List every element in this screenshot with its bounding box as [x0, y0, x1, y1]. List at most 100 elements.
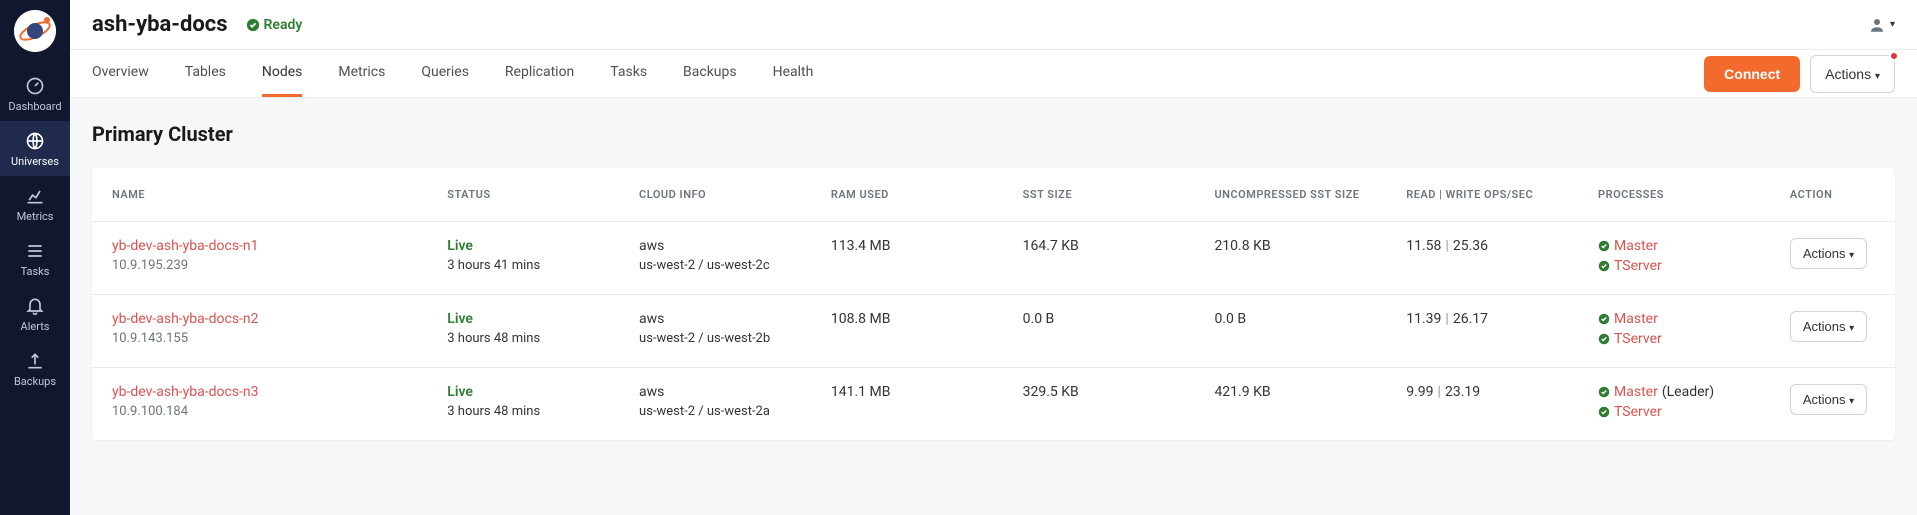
nav-tasks[interactable]: Tasks	[0, 231, 70, 286]
caret-down-icon: ▾	[1849, 250, 1854, 261]
row-actions-dropdown[interactable]: Actions ▾	[1790, 238, 1867, 269]
master-link[interactable]: Master	[1614, 384, 1658, 400]
col-name[interactable]: NAME	[92, 168, 437, 222]
cloud-provider: aws	[639, 384, 811, 400]
caret-down-icon: ▾	[1875, 71, 1880, 82]
cloud-region: us-west-2 / us-west-2b	[639, 331, 811, 346]
col-cloud[interactable]: CLOUD INFO	[629, 168, 821, 222]
section-title: Primary Cluster	[92, 122, 1895, 146]
caret-down-icon: ▾	[1849, 323, 1854, 334]
row-actions-dropdown[interactable]: Actions ▾	[1790, 311, 1867, 342]
nav-alerts[interactable]: Alerts	[0, 286, 70, 341]
ops-sec: 9.99|23.19	[1396, 368, 1588, 441]
globe-icon	[25, 131, 45, 151]
nav-label: Backups	[14, 375, 56, 388]
nav-label: Dashboard	[8, 100, 61, 113]
table-row: yb-dev-ash-yba-docs-n2 10.9.143.155 Live 3 …	[92, 295, 1895, 368]
ram-used: 108.8 MB	[821, 295, 1013, 368]
tab-tasks[interactable]: Tasks	[610, 50, 647, 97]
cloud-provider: aws	[639, 238, 811, 254]
check-circle-icon	[246, 18, 260, 32]
uncompressed-sst-size: 210.8 KB	[1204, 222, 1396, 295]
chart-icon	[25, 186, 45, 206]
nav-universes[interactable]: Universes	[0, 121, 70, 176]
process-master: Master	[1598, 311, 1770, 327]
col-proc[interactable]: PROCESSES	[1588, 168, 1780, 222]
tserver-link[interactable]: TServer	[1614, 404, 1662, 420]
status-badge: Ready	[246, 17, 303, 33]
ops-sec: 11.39|26.17	[1396, 295, 1588, 368]
node-uptime: 3 hours 41 mins	[447, 258, 619, 273]
node-uptime: 3 hours 48 mins	[447, 331, 619, 346]
tab-overview[interactable]: Overview	[92, 50, 149, 97]
node-name-link[interactable]: yb-dev-ash-yba-docs-n3	[112, 384, 427, 400]
content: Primary Cluster NAME STATUS CLOUD INFO R…	[70, 98, 1917, 515]
connect-button[interactable]: Connect	[1704, 56, 1800, 92]
col-sst[interactable]: SST SIZE	[1013, 168, 1205, 222]
node-status: Live	[447, 238, 619, 254]
nav-label: Metrics	[17, 210, 54, 223]
tab-health[interactable]: Health	[773, 50, 814, 97]
tserver-link[interactable]: TServer	[1614, 258, 1662, 274]
col-status[interactable]: STATUS	[437, 168, 629, 222]
node-ip: 10.9.100.184	[112, 404, 427, 419]
col-ops[interactable]: READ | WRITE OPS/SEC	[1396, 168, 1588, 222]
cloud-provider: aws	[639, 311, 811, 327]
bell-icon	[25, 296, 45, 316]
nav-metrics[interactable]: Metrics	[0, 176, 70, 231]
tab-metrics[interactable]: Metrics	[338, 50, 385, 97]
dashboard-icon	[25, 76, 45, 96]
tab-queries[interactable]: Queries	[421, 50, 469, 97]
node-ip: 10.9.143.155	[112, 331, 427, 346]
cloud-region: us-west-2 / us-west-2a	[639, 404, 811, 419]
tab-replication[interactable]: Replication	[505, 50, 574, 97]
page-title: ash-yba-docs	[92, 12, 228, 37]
node-status: Live	[447, 384, 619, 400]
table-row: yb-dev-ash-yba-docs-n1 10.9.195.239 Live 3 …	[92, 222, 1895, 295]
leader-label: (Leader)	[1662, 384, 1714, 400]
sst-size: 329.5 KB	[1013, 368, 1205, 441]
upload-icon	[25, 351, 45, 371]
col-usst[interactable]: UNCOMPRESSED SST SIZE	[1204, 168, 1396, 222]
ops-sec: 11.58|25.36	[1396, 222, 1588, 295]
logo[interactable]	[14, 10, 56, 52]
actions-dropdown[interactable]: Actions ▾	[1810, 55, 1895, 93]
process-master: Master	[1598, 238, 1770, 254]
sidebar: Dashboard Universes Metrics Tasks Alerts…	[0, 0, 70, 515]
process-master: Master (Leader)	[1598, 384, 1770, 400]
row-actions-dropdown[interactable]: Actions ▾	[1790, 384, 1867, 415]
nav-dashboard[interactable]: Dashboard	[0, 66, 70, 121]
uncompressed-sst-size: 421.9 KB	[1204, 368, 1396, 441]
col-ram[interactable]: RAM USED	[821, 168, 1013, 222]
uncompressed-sst-size: 0.0 B	[1204, 295, 1396, 368]
process-tserver: TServer	[1598, 331, 1770, 347]
ram-used: 113.4 MB	[821, 222, 1013, 295]
user-icon	[1868, 16, 1886, 34]
caret-down-icon: ▾	[1890, 19, 1895, 30]
sst-size: 164.7 KB	[1013, 222, 1205, 295]
nav-label: Universes	[11, 155, 59, 168]
topbar: ash-yba-docs Ready ▾	[70, 0, 1917, 50]
node-ip: 10.9.195.239	[112, 258, 427, 273]
nav-label: Alerts	[21, 320, 50, 333]
node-name-link[interactable]: yb-dev-ash-yba-docs-n1	[112, 238, 427, 254]
nav-backups[interactable]: Backups	[0, 341, 70, 396]
nodes-table: NAME STATUS CLOUD INFO RAM USED SST SIZE…	[92, 168, 1895, 440]
node-status: Live	[447, 311, 619, 327]
tab-tables[interactable]: Tables	[185, 50, 226, 97]
process-tserver: TServer	[1598, 404, 1770, 420]
tserver-link[interactable]: TServer	[1614, 331, 1662, 347]
ram-used: 141.1 MB	[821, 368, 1013, 441]
node-name-link[interactable]: yb-dev-ash-yba-docs-n2	[112, 311, 427, 327]
process-tserver: TServer	[1598, 258, 1770, 274]
user-menu[interactable]: ▾	[1868, 16, 1895, 34]
sst-size: 0.0 B	[1013, 295, 1205, 368]
tab-nodes[interactable]: Nodes	[262, 50, 303, 97]
master-link[interactable]: Master	[1614, 311, 1658, 327]
master-link[interactable]: Master	[1614, 238, 1658, 254]
caret-down-icon: ▾	[1849, 396, 1854, 407]
notification-dot-icon	[1889, 51, 1899, 61]
tab-backups[interactable]: Backups	[683, 50, 737, 97]
nav-label: Tasks	[21, 265, 50, 278]
col-action[interactable]: ACTION	[1780, 168, 1895, 222]
